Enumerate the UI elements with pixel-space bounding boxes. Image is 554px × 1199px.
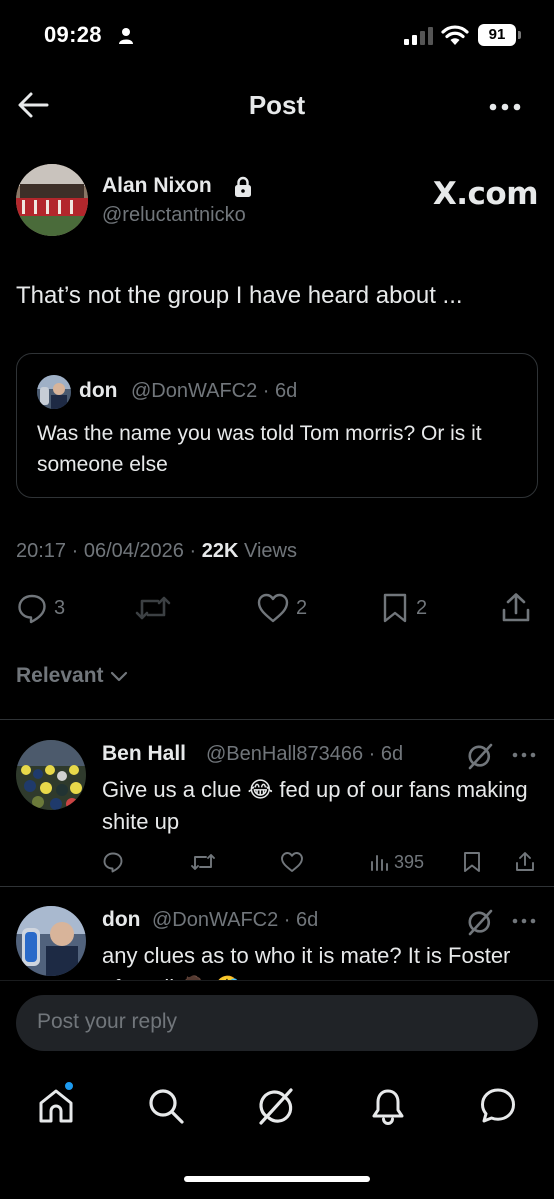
reply-icon [18,594,46,624]
reply-views-count: 395 [394,851,425,872]
reply-icon [103,852,123,873]
xcom-watermark: X.com [432,176,539,212]
more-options-icon[interactable] [488,102,522,112]
heart-icon [281,852,303,872]
sort-label: Relevant [16,664,104,687]
reply-author-name[interactable]: Ben Hall [102,742,186,766]
reply-more-options-icon[interactable] [512,918,536,924]
repost-icon [135,596,171,620]
post-meta: 20:17 · 06/04/2026 · 22K Views [16,540,297,563]
share-icon [502,593,530,622]
author-avatar[interactable] [16,164,88,236]
search-icon[interactable] [146,1086,186,1126]
quoted-author-name: don [79,379,118,402]
cellular-signal-icon [404,27,433,45]
battery-indicator: 91 [478,24,521,46]
reply-author-handle: @DonWAFC2 · 6d [152,909,319,931]
home-icon[interactable] [36,1086,76,1126]
quoted-author-avatar [37,375,71,409]
share-button[interactable] [500,590,532,626]
analytics-icon [371,855,388,871]
reply-text: Give us a clue 😂 fed up of our fans maki… [102,774,532,838]
post-text: That’s not the group I have heard about … [16,282,463,309]
reply-share-button[interactable] [514,848,536,876]
notifications-bell-icon[interactable] [368,1086,408,1126]
grok-icon[interactable] [256,1086,296,1126]
reply-more-options-icon[interactable] [512,752,536,758]
reply-reply-button[interactable] [102,848,124,876]
reply-text-start: Give us a clue [102,777,248,802]
reply-repost-button[interactable] [190,848,216,876]
post-action-bar: 3 2 2 [0,590,554,630]
reply-author-name[interactable]: don [102,908,140,932]
bookmark-icon [383,593,407,623]
quoted-author-handle: @DonWAFC2 · 6d [131,380,298,402]
bookmark-button[interactable]: 2 [380,590,427,626]
wifi-icon [441,25,469,45]
status-bar: 09:28 91 [0,0,554,72]
like-button[interactable]: 2 [256,590,307,626]
reply-item[interactable]: don @DonWAFC2 · 6d any clues as to who i… [0,906,554,986]
reply-count: 3 [54,596,66,619]
repost-icon [191,854,215,870]
home-indicator [184,1176,370,1182]
bookmark-count: 2 [416,596,428,619]
notification-dot [63,1080,75,1092]
bookmark-icon [464,852,480,872]
reply-avatar[interactable] [16,906,86,976]
repost-button[interactable] [134,590,172,626]
reply-bookmark-button[interactable] [462,848,482,876]
person-icon [119,28,133,44]
grok-icon[interactable] [466,742,494,770]
author-handle[interactable]: @reluctantnicko [102,204,246,227]
post-author: Alan Nixon @reluctantnicko X.com [16,164,539,240]
post-timestamp: 20:17 · 06/04/2026 · [16,540,202,562]
grok-icon[interactable] [466,908,494,936]
author-name[interactable]: Alan Nixon [102,174,212,198]
like-count: 2 [296,596,308,619]
top-bar: Post [0,78,554,134]
quoted-text: Was the name you was told Tom morris? Or… [37,422,482,476]
chevron-down-icon [110,671,127,682]
divider [0,886,554,887]
share-icon [516,852,534,871]
laughing-emoji: 😂 [247,777,274,802]
sort-replies-dropdown[interactable]: Relevant [16,664,128,688]
reply-input[interactable]: Post your reply [16,995,538,1051]
bottom-nav [0,1078,554,1138]
page-title: Post [248,90,306,120]
divider [0,719,554,720]
reply-avatar[interactable] [16,740,86,810]
heart-icon [257,593,289,623]
reply-button[interactable]: 3 [16,590,65,626]
views-count: 22K [201,540,239,562]
views-label: Views [238,540,297,562]
reply-like-button[interactable] [280,848,304,876]
lock-icon [235,176,251,197]
reply-author-handle: @BenHall873466 · 6d [206,743,404,765]
reply-item[interactable]: Ben Hall @BenHall873466 · 6d Give us a c… [0,740,554,886]
quoted-post[interactable]: don @DonWAFC2 · 6d Was the name you was … [16,353,538,498]
status-time: 09:28 [44,22,102,47]
messages-icon[interactable] [478,1086,518,1126]
reply-views[interactable]: 395 [370,848,424,876]
reply-input-placeholder: Post your reply [37,1010,178,1033]
